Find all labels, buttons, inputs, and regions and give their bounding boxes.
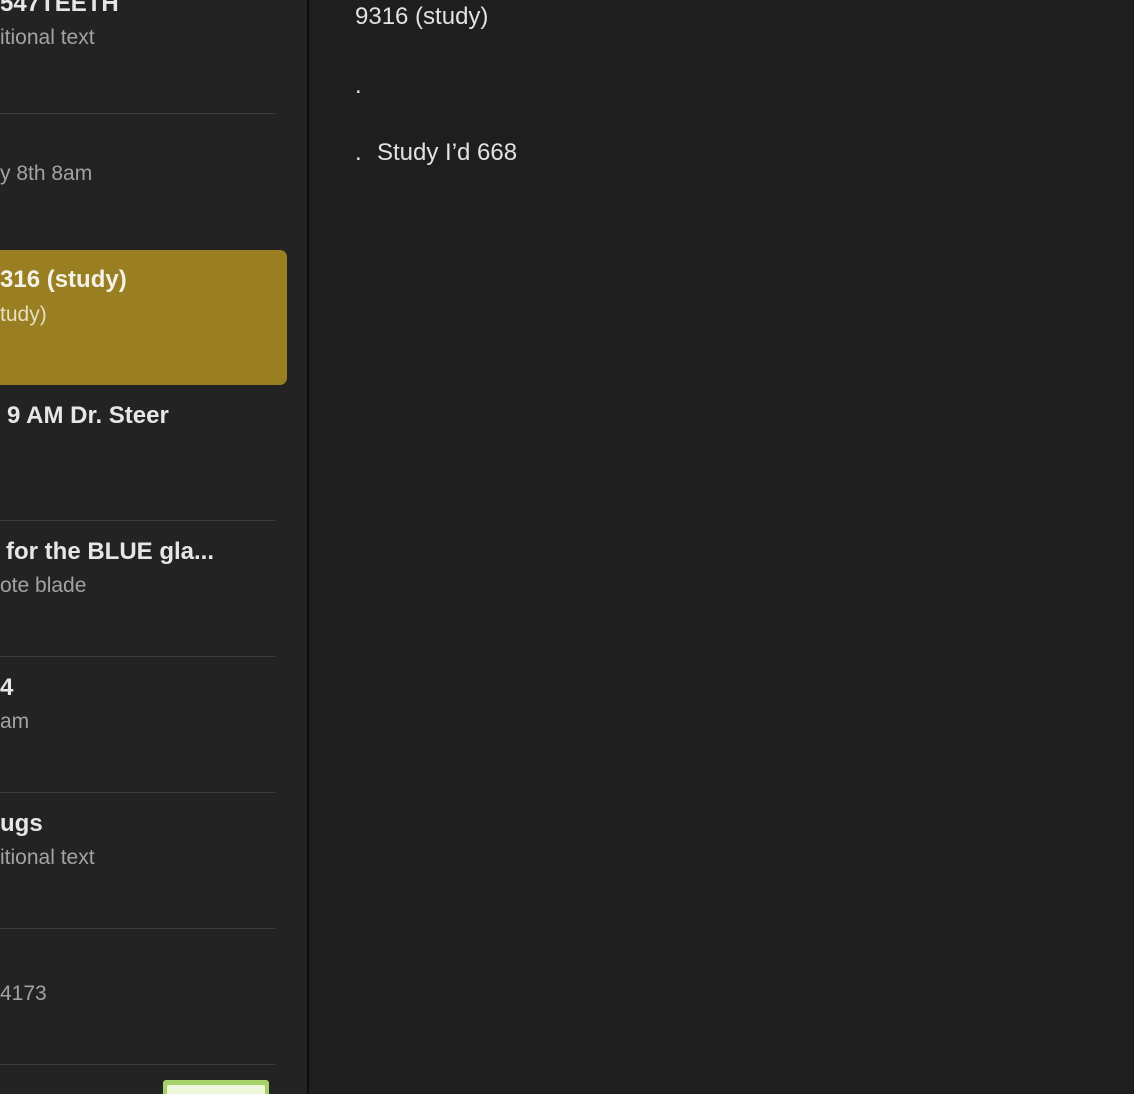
note-title: for the BLUE gla... (6, 538, 215, 565)
note-list-item-selected[interactable]: 316 (study) tudy) (0, 250, 287, 385)
note-title: 4 (0, 674, 14, 701)
note-list-item[interactable]: ugs itional text (0, 794, 287, 929)
note-list-item[interactable]: for the BLUE gla... ote blade (0, 522, 287, 657)
note-list-item[interactable]: y 8th 8am (0, 110, 287, 245)
note-list-item[interactable]: 4173 (0, 930, 287, 1065)
note-preview: am (0, 710, 30, 733)
note-title: 547TEETH (0, 0, 119, 17)
note-editor[interactable]: 9316 (study) . . Study I’d 668 (309, 0, 1134, 1094)
note-body-line[interactable]: Study I’d 668 (377, 139, 517, 167)
note-bullet-marker: . (355, 139, 362, 166)
note-title: 316 (study) (0, 266, 127, 293)
notes-list-sidebar: 547TEETH itional text y 8th 8am 316 (stu… (0, 0, 307, 1094)
note-list-item[interactable]: 9 AM Dr. Steer (0, 386, 287, 521)
note-preview: itional text (0, 846, 95, 869)
list-separator (0, 520, 275, 521)
notes-app: 547TEETH itional text y 8th 8am 316 (stu… (0, 0, 1134, 1094)
list-separator (0, 792, 275, 793)
note-thumbnail-image (163, 1080, 269, 1094)
note-preview: ote blade (0, 574, 87, 597)
note-list-item[interactable]: 547TEETH itional text (0, 0, 287, 109)
note-list-item[interactable]: 4 am (0, 658, 287, 793)
list-separator (0, 1064, 275, 1065)
list-separator (0, 656, 275, 657)
note-title: ugs (0, 810, 43, 837)
note-preview: 4173 (0, 982, 47, 1005)
note-preview: itional text (0, 26, 95, 49)
note-title-line[interactable]: 9316 (study) (355, 3, 488, 31)
note-preview: tudy) (0, 303, 47, 326)
note-bullet-line[interactable]: . (355, 72, 362, 100)
list-separator (0, 928, 275, 929)
note-preview: y 8th 8am (0, 162, 93, 185)
note-title: 9 AM Dr. Steer (7, 402, 169, 429)
